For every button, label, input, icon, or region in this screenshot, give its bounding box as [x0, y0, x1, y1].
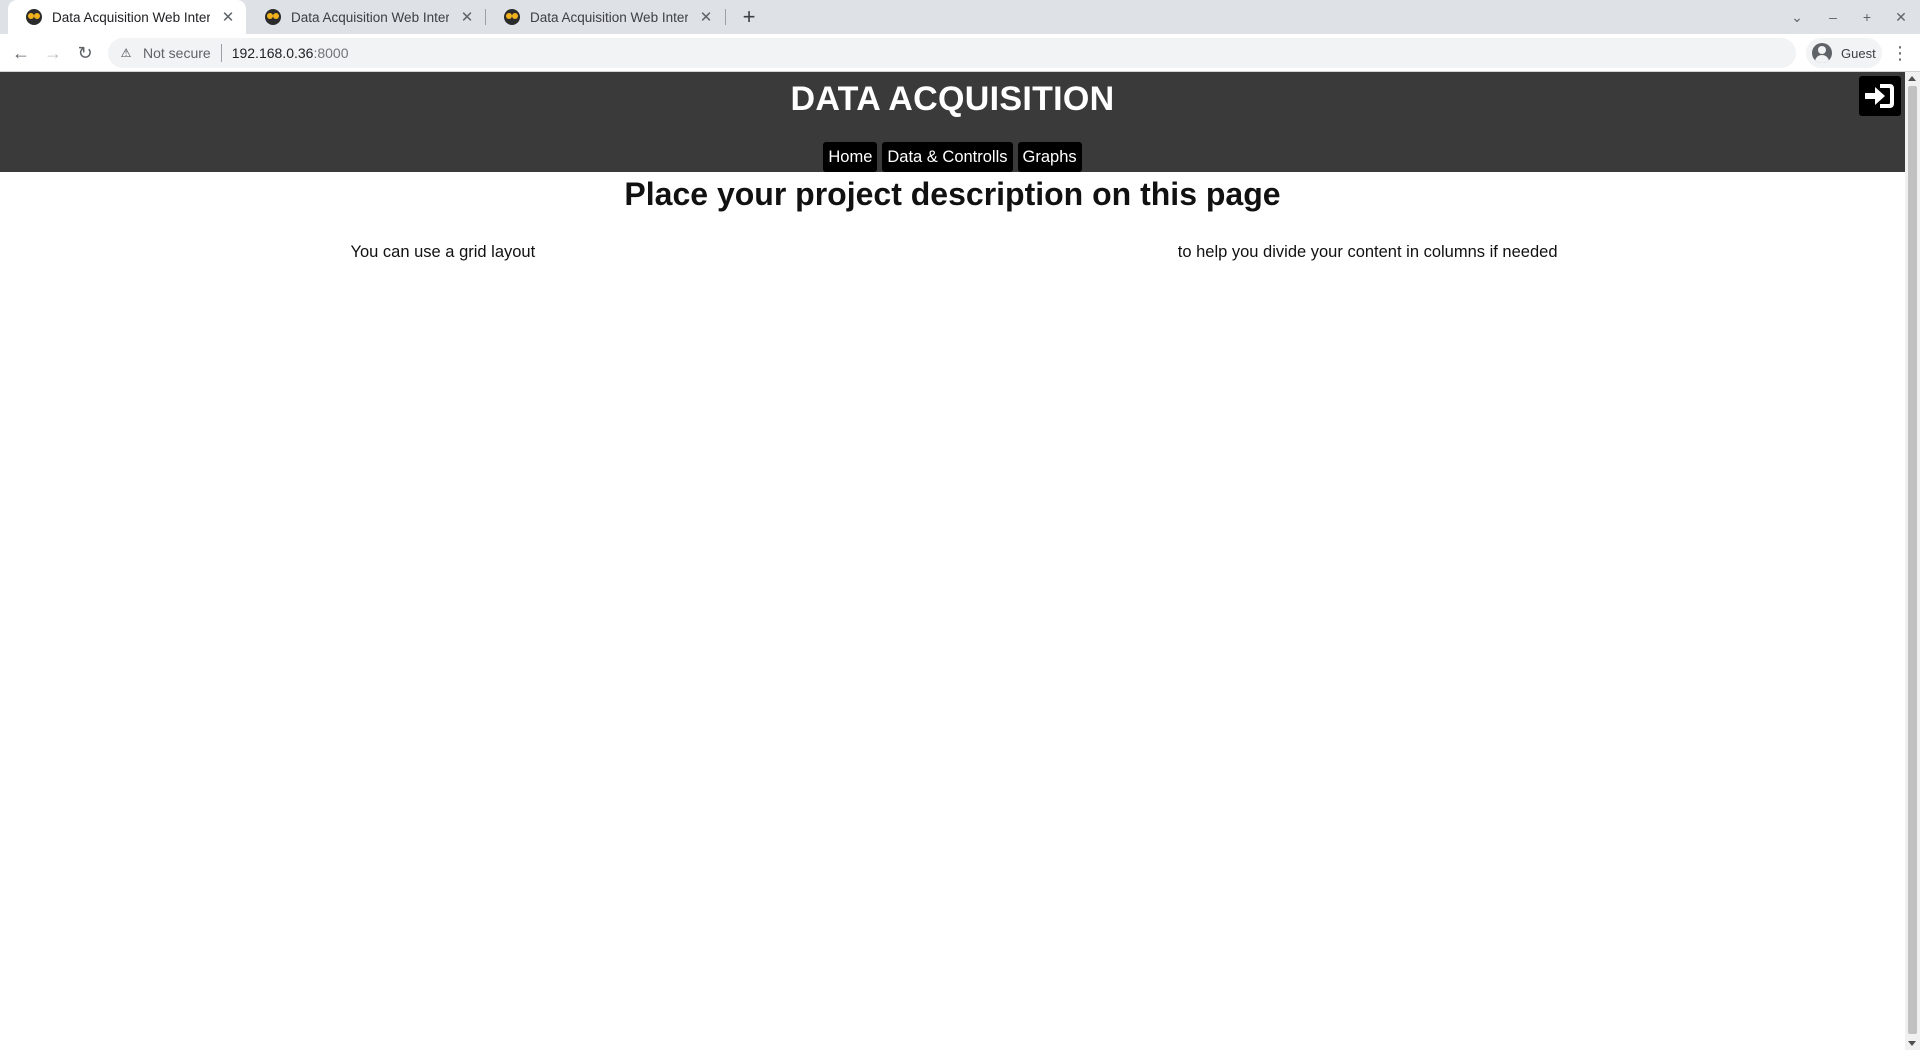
reload-button[interactable]: ↻ [71, 39, 99, 67]
address-divider [220, 44, 222, 62]
tab-separator [725, 9, 726, 25]
site-favicon-icon [265, 9, 281, 25]
maximize-icon: + [1862, 9, 1872, 25]
chevron-down-icon: ⌄ [1791, 8, 1803, 25]
warning-icon[interactable]: ⚠ [119, 46, 133, 60]
minimize-icon: – [1829, 9, 1837, 25]
url-port: :8000 [313, 45, 349, 61]
site-header: DATA ACQUISITION Home Data & Controlls G… [0, 72, 1905, 172]
browser-tab-1[interactable]: Data Acquisition Web Interface ✕ [8, 0, 246, 34]
browser-tab-2[interactable]: Data Acquisition Web Interface ✕ [247, 0, 485, 34]
new-tab-button[interactable]: + [736, 4, 762, 30]
site-nav: Home Data & Controlls Graphs [0, 142, 1905, 172]
url-host: 192.168.0.36 [231, 45, 314, 61]
tab-title: Data Acquisition Web Interface [291, 9, 449, 25]
account-icon [1812, 43, 1832, 63]
close-tab-icon[interactable]: ✕ [698, 8, 714, 26]
content-grid: You can use a grid layout to help you di… [348, 243, 1558, 262]
tab-strip: Data Acquisition Web Interface ✕ Data Ac… [0, 0, 1920, 34]
close-tab-icon[interactable]: ✕ [220, 8, 236, 26]
tab-title: Data Acquisition Web Interface [52, 9, 210, 25]
reload-icon: ↻ [77, 42, 93, 63]
close-window-button[interactable]: ✕ [1886, 0, 1916, 34]
close-tab-icon[interactable]: ✕ [459, 8, 475, 26]
more-vert-icon: ⋮ [1891, 42, 1909, 63]
security-label[interactable]: Not secure [143, 45, 211, 61]
scroll-down-icon[interactable] [1908, 1041, 1916, 1046]
login-button[interactable] [1859, 76, 1901, 116]
page-scrollbar[interactable] [1905, 72, 1920, 1050]
scroll-up-icon[interactable] [1908, 76, 1916, 81]
tab-title: Data Acquisition Web Interface [530, 9, 688, 25]
profile-label: Guest [1841, 45, 1876, 61]
minimize-button[interactable]: – [1818, 0, 1848, 34]
browser-toolbar: ← → ↻ ⚠ Not secure 192.168.0.36:8000 Gue… [0, 34, 1920, 72]
main-content: Place your project description on this p… [0, 172, 1905, 262]
forward-button[interactable]: → [39, 39, 67, 67]
back-button[interactable]: ← [7, 39, 35, 67]
grid-column-left: You can use a grid layout [350, 243, 536, 261]
address-bar[interactable]: ⚠ Not secure 192.168.0.36:8000 [108, 38, 1796, 68]
arrow-left-icon: ← [12, 42, 30, 63]
profile-button[interactable]: Guest [1806, 38, 1882, 68]
arrow-right-icon: → [44, 42, 62, 63]
nav-home[interactable]: Home [823, 142, 878, 172]
grid-column-right: to help you divide your content in colum… [1177, 243, 1558, 261]
nav-graphs[interactable]: Graphs [1017, 142, 1082, 172]
sign-in-icon [1865, 84, 1894, 108]
close-icon: ✕ [1895, 8, 1907, 25]
site-favicon-icon [504, 9, 520, 25]
browser-tab-3[interactable]: Data Acquisition Web Interface ✕ [486, 0, 724, 34]
plus-icon: + [742, 4, 756, 29]
page-title: Place your project description on this p… [624, 176, 1281, 212]
scrollbar-thumb[interactable] [1908, 86, 1917, 1034]
tab-search-button[interactable]: ⌄ [1782, 0, 1812, 34]
maximize-button[interactable]: + [1852, 0, 1882, 34]
page-viewport: DATA ACQUISITION Home Data & Controlls G… [0, 72, 1905, 1050]
site-title: DATA ACQUISITION [790, 80, 1115, 118]
site-favicon-icon [26, 9, 42, 25]
nav-data-controls[interactable]: Data & Controlls [882, 142, 1013, 172]
browser-menu-button[interactable]: ⋮ [1886, 39, 1914, 67]
